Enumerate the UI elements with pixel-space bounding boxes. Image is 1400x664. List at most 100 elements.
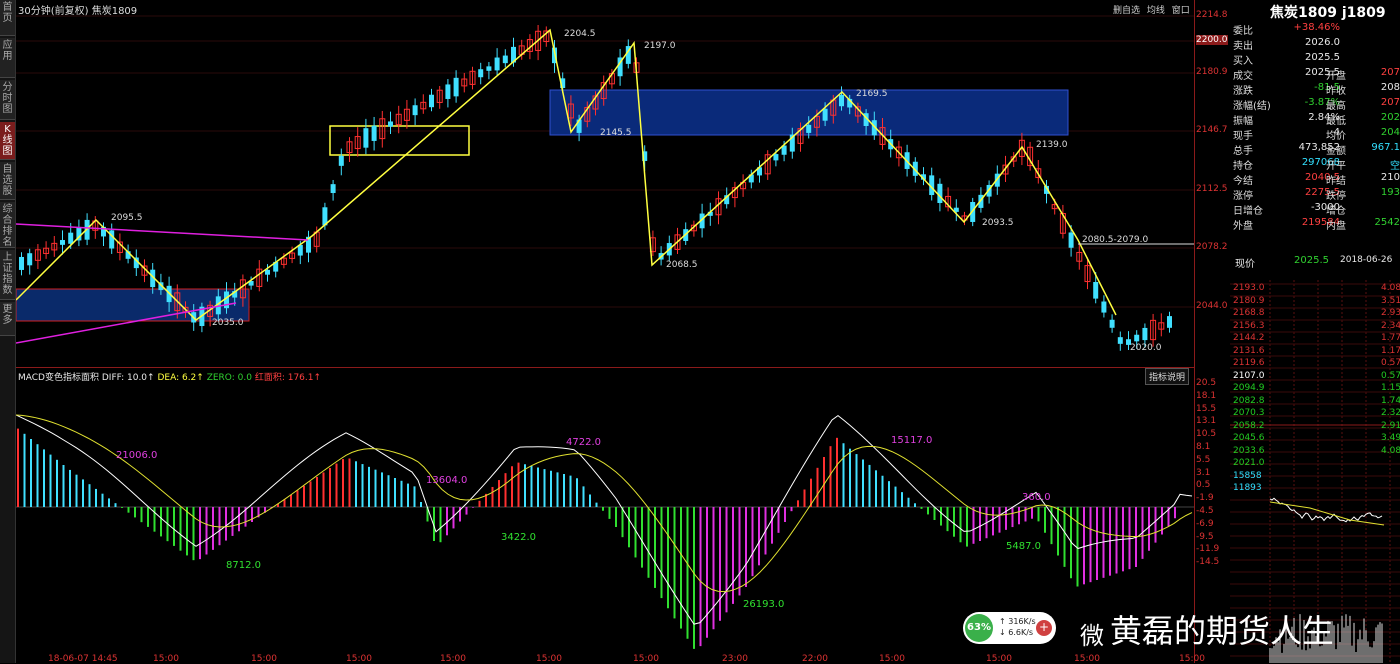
sidebar-tab-3[interactable]: K线图 (0, 122, 15, 160)
quote-label: 最高 (1326, 101, 1346, 112)
quote-row: 涨跌 -81.5 昨收 208 (1233, 82, 1400, 97)
intraday-axis-label: 15858 (1233, 470, 1262, 481)
quote-label: 买入 (1233, 56, 1253, 67)
candle-down (412, 105, 418, 116)
upload-arrow-icon: ↑ (999, 617, 1006, 626)
price-axis-label: 2200.0 (1196, 35, 1228, 45)
intraday-axis-label: 2168.8 (1233, 308, 1265, 318)
macd-axis-label: 20.5 (1196, 378, 1217, 388)
intraday-axis-label: 1.77 (1381, 333, 1400, 343)
quote-label: 现手 (1233, 131, 1253, 142)
sidebar-tab-5[interactable]: 综合排名 (0, 202, 15, 248)
speed-readout: ↑ 316K/s ↓ 6.6K/s (999, 616, 1036, 638)
candle-down (68, 232, 74, 244)
sidebar-tab-2[interactable]: 分时图 (0, 80, 15, 120)
intraday-axis-label: 3.51 (1381, 295, 1400, 306)
intraday-axis-label: 2070.3 (1233, 408, 1265, 418)
macd-axis-label: -1.9 (1196, 493, 1214, 504)
sidebar-tab-4[interactable]: 自选股 (0, 162, 15, 200)
quote-row: 涨幅(结) -3.87% 最高 207 (1233, 97, 1400, 112)
intraday-axis-label: 2.91 (1381, 420, 1400, 431)
sidebar-tab-1[interactable]: 应用 (0, 38, 15, 78)
macd-axis-label: 5.5 (1196, 454, 1211, 465)
intraday-axis-label: 2045.6 (1233, 433, 1265, 443)
left-sidebar: 首页 应用分时图 K线图自选股综合排名上证指数更多 (0, 0, 16, 663)
price-annotation: 2095.5 (111, 213, 143, 223)
macd-axis-label: 0.5 (1196, 480, 1211, 491)
candle-down (1093, 282, 1099, 299)
sidebar-tab-0[interactable]: 首页 (0, 0, 15, 36)
quote-label: 成交 (1233, 71, 1253, 82)
intraday-axis-label: 2193.0 (1233, 283, 1265, 293)
weibo-logo-icon: 微 (1080, 621, 1104, 650)
candle-down (1167, 316, 1172, 328)
trend-line-upper (16, 223, 309, 241)
intraday-axis-label: 3.49 (1381, 433, 1400, 443)
candle-down (1142, 327, 1148, 341)
network-status-widget[interactable]: 63% ↑ 316K/s ↓ 6.6K/s + (963, 612, 1056, 644)
kline-chart[interactable]: 2204.5 2197.0 2169.5 2145.5 2139.0 2095.5 2093… (16, 0, 1194, 368)
consolidation-box (329, 125, 470, 156)
quote-label: 跌停 (1326, 191, 1346, 202)
candle-down (27, 253, 33, 266)
sidebar-tab-6[interactable]: 上证指数 (0, 250, 15, 300)
quote-row: 外盘 219584 内盘 2542 (1233, 217, 1400, 232)
quote-label: 持仓 (1233, 161, 1253, 172)
stock-title: 焦炭1809 j1809 (1270, 5, 1386, 21)
intraday-axis-label: 1.15 (1381, 383, 1400, 393)
candle-down (1117, 337, 1123, 344)
macd-area-label: 13604.0 (426, 475, 467, 486)
intraday-axis-label: 2119.6 (1233, 358, 1265, 368)
quote-label: 内盘 (1326, 221, 1346, 232)
watermark-text: 黄磊的期货人生 (1110, 612, 1335, 650)
intraday-axis-label: 2144.2 (1233, 333, 1265, 343)
candle-down (429, 94, 434, 108)
remove-watchlist-button[interactable]: 删自选 (1113, 6, 1140, 16)
intraday-axis-label: 2058.2 (1233, 420, 1265, 431)
sidebar-tab-7[interactable]: 更多 (0, 302, 15, 336)
intraday-axis-label: 11893 (1233, 483, 1262, 493)
memory-percent: 63% (965, 614, 993, 642)
kline-header: 30分钟(前复权) 焦炭1809 (18, 6, 138, 17)
macd-area-label: 21006.0 (116, 450, 157, 461)
candle-down (1068, 232, 1074, 248)
quote-label: 涨跌 (1233, 86, 1253, 97)
intraday-axis-label: 1.74 (1381, 395, 1400, 406)
macd-area-label: 3422.0 (501, 532, 536, 543)
price-axis-label: 2078.2 (1196, 242, 1228, 252)
intraday-axis-label: 0.57 (1381, 370, 1400, 381)
candle-down (1134, 334, 1140, 342)
macd-axis-label: -4.5 (1196, 506, 1214, 516)
candle-down (478, 69, 484, 78)
quote-label: 总手 (1233, 146, 1253, 157)
intraday-axis-label: 2033.6 (1233, 445, 1265, 456)
quote-row: 买入 2025.5 (1233, 52, 1400, 67)
quote-label: 外盘 (1233, 221, 1253, 232)
quote-label: 昨收 (1326, 86, 1346, 97)
intraday-axis-label: 2021.0 (1233, 458, 1265, 468)
tick-date: 2018-06-26 (1340, 255, 1393, 265)
window-button[interactable]: 窗口 (1172, 6, 1190, 16)
macd-diff-line (16, 414, 1193, 625)
tick-price: 2025.5 (1294, 255, 1329, 266)
candle-down (445, 84, 451, 99)
macd-dea-line (16, 414, 1193, 593)
macd-axis-label: -14.5 (1196, 557, 1220, 568)
quote-label: 振幅 (1233, 116, 1253, 127)
quote-value: +38.46% (1293, 22, 1340, 33)
quote-label: 日增仓 (1233, 206, 1263, 217)
time-axis: 18-06-07 14:45 15:00 15:00 15:00 15:00 15:00 1… (16, 654, 1205, 664)
moving-average-button[interactable]: 均线 (1147, 6, 1165, 16)
quote-row: 总手 473,852 金额 967.1 (1233, 142, 1400, 157)
intraday-axis-label: 2094.9 (1233, 383, 1265, 393)
quote-value: 204 (1380, 127, 1400, 138)
candle-down (453, 77, 459, 97)
quote-panel: 焦炭1809 j1809 委比 +38.46% 卖出 2026.0 买入 2025.5 成交… (1230, 0, 1400, 250)
quote-row: 今结 2040.5 昨结 210 (1233, 172, 1400, 187)
macd-area-label: 4722.0 (566, 437, 601, 448)
plus-button[interactable]: + (1036, 620, 1052, 636)
price-annotation: 2139.0 (1036, 140, 1068, 150)
candle-down (1109, 319, 1115, 328)
quote-row: 卖出 2026.0 (1233, 37, 1400, 52)
quote-value: 2026.0 (1305, 37, 1340, 48)
